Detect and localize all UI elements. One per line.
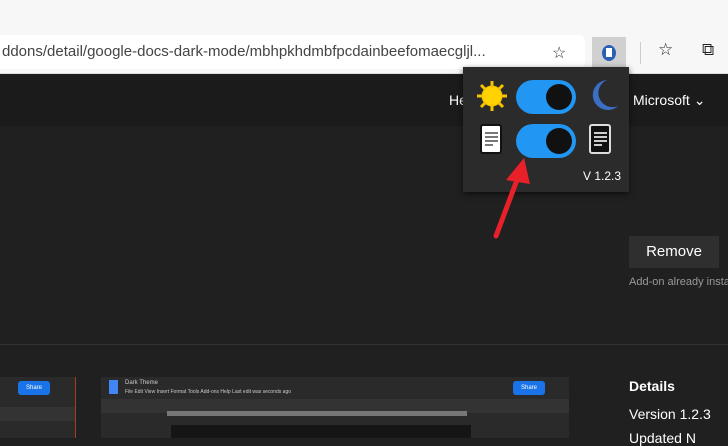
doc-menu: File Edit View Insert Format Tools Add-o… — [125, 389, 292, 395]
theme-toggle[interactable] — [516, 80, 576, 114]
url-text[interactable]: ddons/detail/google-docs-dark-mode/mbhpk… — [2, 43, 486, 60]
doc-page — [171, 425, 471, 438]
share-button: Share — [513, 381, 545, 395]
installed-status: Add-on already installe — [629, 276, 728, 288]
moon-icon — [592, 80, 618, 110]
version-label: V 1.2.3 — [583, 169, 622, 183]
screenshot-thumbnail[interactable]: Share — [0, 377, 76, 438]
ruler — [167, 411, 467, 416]
extension-icon[interactable] — [592, 37, 626, 70]
doc-title: Dark Theme — [125, 380, 158, 386]
remove-button[interactable]: Remove — [629, 236, 719, 268]
microsoft-label: Microsoft — [633, 92, 690, 108]
docs-icon — [109, 380, 118, 394]
details-heading: Details — [629, 378, 675, 394]
red-arrow-annotation — [493, 158, 530, 239]
microsoft-menu[interactable]: Microsoft ⌄ — [633, 92, 705, 109]
version-text: Version 1.2.3 — [629, 406, 711, 422]
sun-icon — [477, 81, 507, 111]
updated-text: Updated N — [629, 430, 696, 446]
screenshot-thumbnail[interactable]: Dark Theme File Edit View Insert Format … — [101, 377, 569, 438]
toolbar-strip — [0, 407, 75, 421]
favorites-icon[interactable]: ☆ — [658, 40, 673, 60]
chevron-down-icon: ⌄ — [693, 92, 706, 108]
address-bar[interactable]: ddons/detail/google-docs-dark-mode/mbhpk… — [0, 35, 585, 69]
extension-popup: V 1.2.3 — [463, 67, 629, 192]
divider — [0, 344, 728, 345]
share-button: Share — [18, 381, 50, 395]
collections-icon[interactable]: ⧉ — [702, 40, 714, 60]
toolbar-divider — [640, 42, 641, 64]
add-favorite-icon[interactable]: ☆ — [552, 43, 570, 62]
browser-toolbar: ddons/detail/google-docs-dark-mode/mbhpk… — [0, 0, 728, 74]
dark-document-icon — [589, 124, 611, 154]
